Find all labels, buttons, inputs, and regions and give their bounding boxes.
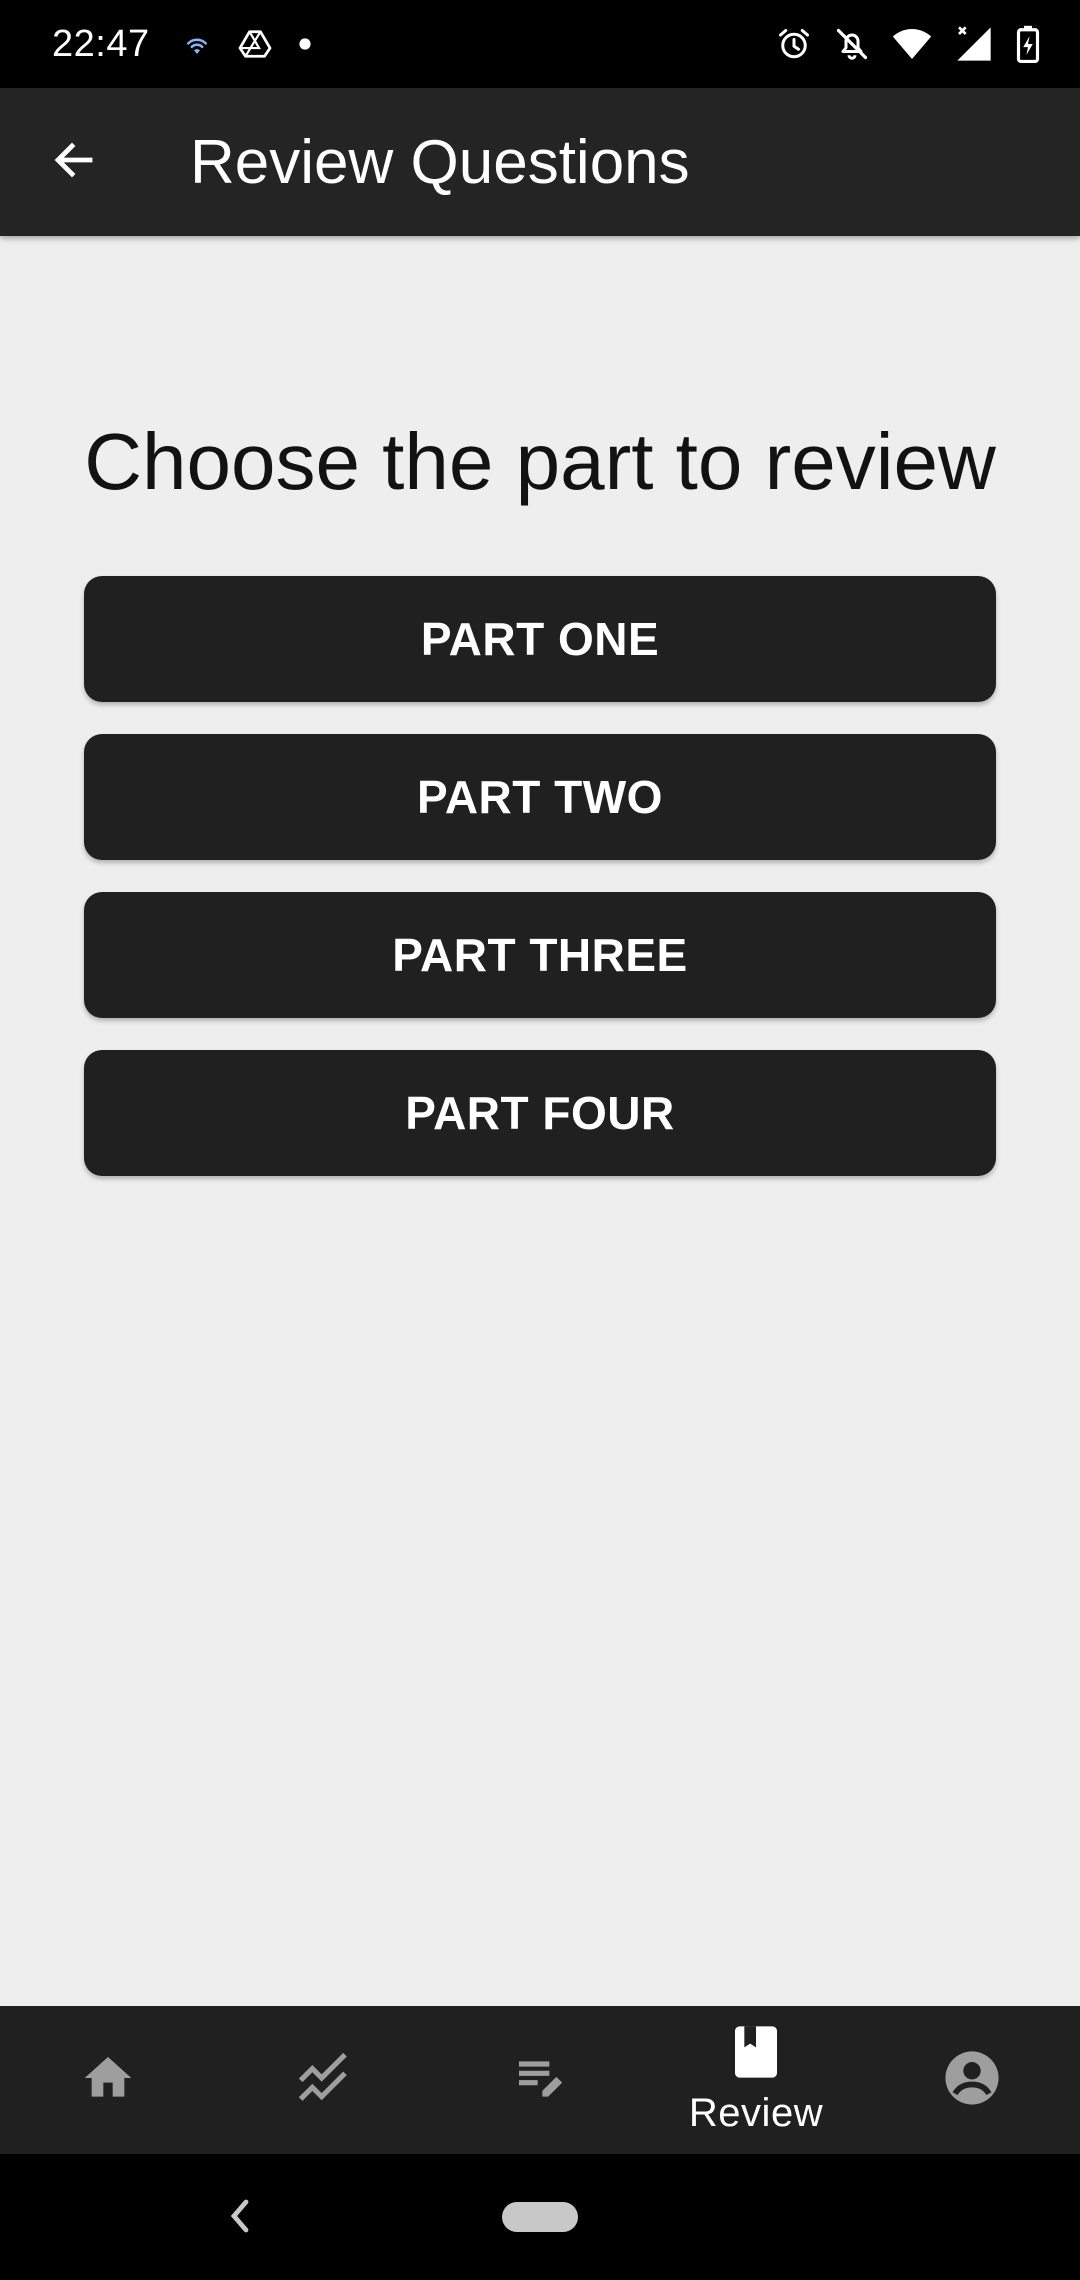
progress-chart-icon (296, 2050, 352, 2111)
wifi-calling-icon (182, 29, 212, 59)
status-bar: 22:47 (0, 0, 1080, 88)
system-back-icon[interactable] (226, 2194, 254, 2243)
battery-charging-icon (1016, 25, 1040, 63)
notifications-off-icon (834, 26, 870, 62)
nav-item-progress[interactable] (216, 2006, 432, 2154)
nav-item-account[interactable] (864, 2006, 1080, 2154)
bottom-nav: Review (0, 2006, 1080, 2154)
part-four-button[interactable]: PART FOUR (84, 1050, 996, 1176)
signal-icon (954, 24, 994, 64)
status-left-icons (182, 29, 312, 59)
nav-item-practice[interactable] (432, 2006, 648, 2154)
system-home-pill[interactable] (502, 2202, 578, 2232)
drive-icon (238, 29, 272, 59)
status-time: 22:47 (52, 22, 150, 65)
arrow-back-icon (50, 136, 98, 189)
back-button[interactable] (0, 88, 148, 236)
part-list: PART ONE PART TWO PART THREE PART FOUR (84, 576, 996, 1208)
edit-list-icon (512, 2050, 568, 2111)
part-one-button[interactable]: PART ONE (84, 576, 996, 702)
notification-dot-icon (298, 37, 312, 51)
review-prompt: Choose the part to review (84, 417, 996, 506)
wifi-icon (892, 26, 932, 62)
system-nav-bar (0, 2154, 1080, 2280)
part-three-button[interactable]: PART THREE (84, 892, 996, 1018)
home-icon (80, 2050, 136, 2111)
account-icon (943, 2049, 1001, 2112)
status-right-icons (776, 24, 1040, 64)
screen: 22:47 Review Questions Choose the part t… (0, 0, 1080, 2280)
nav-item-review[interactable]: Review (648, 2006, 864, 2154)
book-icon (732, 2024, 780, 2085)
alarm-icon (776, 26, 812, 62)
nav-label-review: Review (688, 2091, 824, 2135)
nav-item-home[interactable] (0, 2006, 216, 2154)
app-bar: Review Questions (0, 88, 1080, 236)
page-title: Review Questions (190, 127, 690, 197)
part-two-button[interactable]: PART TWO (84, 734, 996, 860)
